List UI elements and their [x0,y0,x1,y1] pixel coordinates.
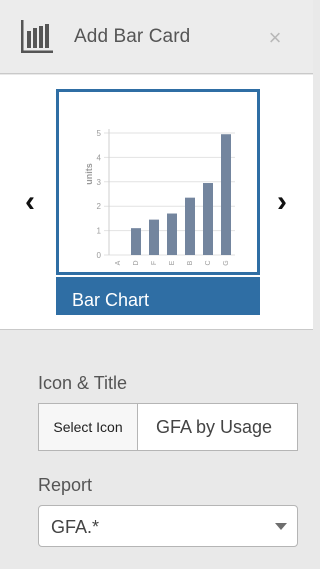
select-icon-button[interactable]: Select Icon [39,404,138,450]
report-select[interactable]: GFA.* [38,505,298,547]
y-tick-label: 3 [97,178,102,187]
page-title: Add Bar Card [74,26,191,47]
bar-chart-preview: 0 1 2 3 4 5 units A D F E B C G [84,129,235,266]
x-tick-label: D [133,260,140,265]
bar [221,134,231,255]
icon-title-label: Icon & Title [38,373,128,393]
x-tick-label: E [169,260,176,265]
report-label: Report [38,475,93,495]
chart-preview: 0 1 2 3 4 5 units A D F E B C G [56,89,260,275]
bar-chart-icon [21,20,53,53]
card-settings-form: Icon & Title Select Icon Report GFA.* [0,331,313,569]
y-axis-label: units [84,163,94,185]
x-tick-label: F [151,261,158,265]
bar [149,219,159,255]
chart-type-card-bar[interactable]: 0 1 2 3 4 5 units A D F E B C G Bar Chart [56,89,260,315]
bar [131,228,141,255]
chart-type-label: Bar Chart [56,277,260,315]
add-bar-card-panel: Add Bar Card × ‹ 0 1 2 3 4 5 units A D F E B C G Bar … [0,0,313,569]
title-input[interactable] [138,404,297,450]
y-tick-label: 4 [97,153,102,162]
x-tick-label: A [115,260,122,265]
x-tick-label: G [223,260,230,265]
carousel-prev-button[interactable]: ‹ [20,187,40,217]
chart-type-carousel: ‹ 0 1 2 3 4 5 units A D F E B C G Bar Chart › [0,75,313,330]
x-tick-label: C [205,260,212,265]
icon-title-group: Select Icon [38,403,298,451]
report-selected-value: GFA.* [51,517,100,537]
bar [185,197,195,255]
y-tick-label: 2 [97,202,102,211]
carousel-next-button[interactable]: › [272,187,292,217]
panel-header: Add Bar Card × [0,0,313,74]
x-tick-label: B [187,260,194,265]
bar [167,213,177,255]
close-button[interactable]: × [264,24,286,52]
chevron-down-icon [275,523,287,530]
y-tick-label: 0 [97,251,102,260]
y-tick-label: 5 [97,129,102,138]
y-tick-label: 1 [97,227,102,236]
bar [203,183,213,255]
